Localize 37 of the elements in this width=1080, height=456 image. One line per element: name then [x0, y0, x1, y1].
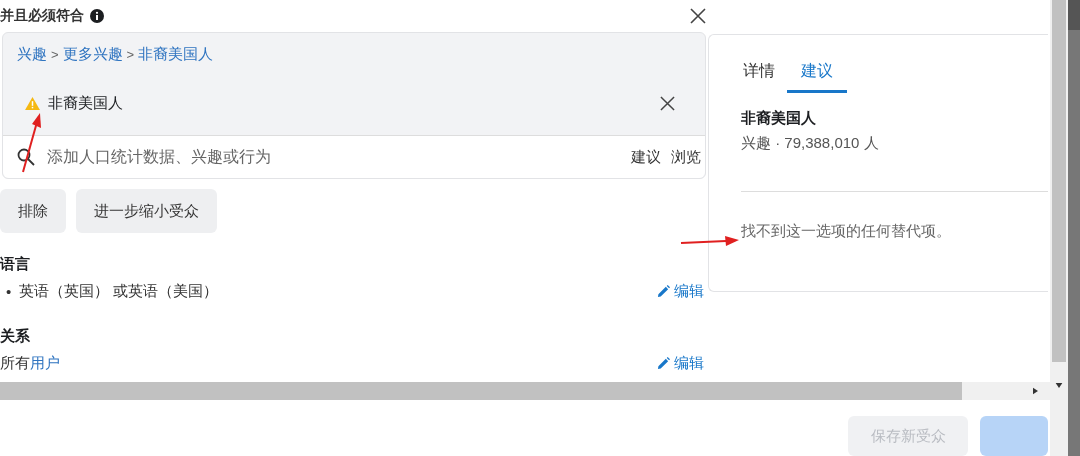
- breadcrumb-separator: >: [126, 47, 135, 62]
- breadcrumb-link[interactable]: 兴趣: [17, 45, 47, 64]
- info-icon[interactable]: [90, 9, 104, 23]
- audience-button[interactable]: 排除: [0, 189, 66, 233]
- search-icon: [17, 148, 35, 166]
- breadcrumb-link[interactable]: 非裔美国人: [138, 45, 214, 64]
- section-heading: 关系: [0, 327, 31, 346]
- search-field[interactable]: 添加人口统计数据、兴趣或行为 建议 浏览: [3, 135, 705, 178]
- vertical-scrollbar[interactable]: [1050, 0, 1068, 456]
- audience-size: 兴趣 · 79,388,010 人: [741, 134, 880, 153]
- search-tab-link[interactable]: 建议: [631, 147, 661, 167]
- breadcrumb-separator: >: [51, 47, 59, 62]
- horizontal-scrollbar[interactable]: [0, 382, 1050, 400]
- interest-name: 非裔美国人: [741, 109, 817, 128]
- users-link[interactable]: 用户: [30, 353, 60, 371]
- panel-tab[interactable]: 详情: [741, 57, 777, 93]
- pencil-icon: [657, 356, 670, 370]
- remove-icon[interactable]: [660, 96, 675, 111]
- annotation-arrow: [20, 112, 44, 174]
- audience-button[interactable]: 进一步缩小受众: [76, 189, 217, 233]
- panel-tab[interactable]: 建议: [787, 57, 847, 93]
- bullet-mark: •: [6, 282, 12, 300]
- edit-link[interactable]: 编辑: [657, 281, 704, 301]
- relationship-text: 所有用户: [0, 353, 60, 373]
- annotation-arrow: [680, 235, 740, 247]
- section-heading: 语言: [0, 255, 31, 274]
- breadcrumb-link[interactable]: 更多兴趣: [62, 45, 123, 64]
- section-title: 并且必须符合: [0, 7, 84, 25]
- pencil-icon: [657, 284, 670, 298]
- language-item: 英语（英国） 或英语（美国）: [19, 281, 219, 301]
- search-tab-link[interactable]: 浏览: [671, 147, 701, 167]
- no-alternatives-message: 找不到这一选项的任何替代项。: [741, 222, 952, 241]
- selected-interest: 非裔美国人: [48, 94, 123, 113]
- scroll-right-icon[interactable]: [1033, 387, 1038, 395]
- close-icon[interactable]: [690, 8, 706, 24]
- edit-link[interactable]: 编辑: [657, 353, 704, 373]
- scroll-down-icon[interactable]: [1055, 383, 1063, 388]
